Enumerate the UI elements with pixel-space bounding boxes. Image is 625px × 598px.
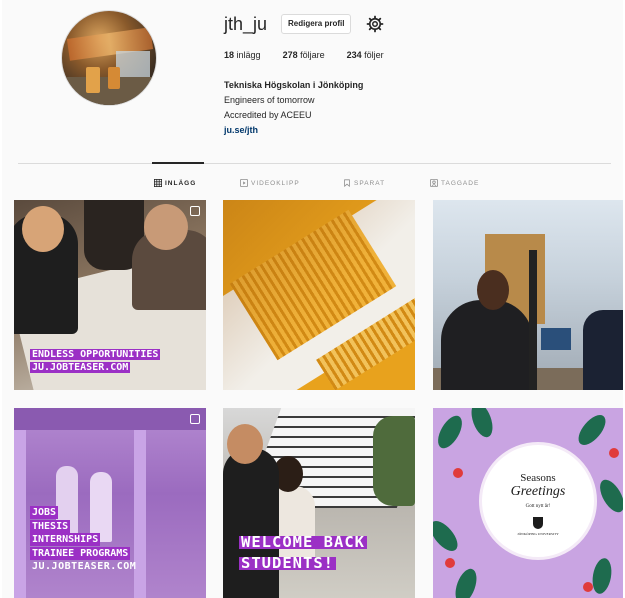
tabs-divider [18,163,611,164]
tab-label: INLÄGG [165,179,197,187]
posts-label: inlägg [236,50,261,60]
multiple-images-icon [190,414,200,424]
caption-line: ENDLESS OPPORTUNITIES [30,349,161,360]
profile-avatar[interactable] [61,10,157,106]
post-image-person [441,300,533,390]
post-caption: WELCOME BACK STUDENTS! [239,532,367,574]
caption-line: JU.JOBTEASER.COM [32,561,137,572]
post-caption: JOBS THESIS INTERNSHIPS TRAINEE PROGRAMS… [30,506,138,574]
tab-label: VIDEOKLIPP [251,179,300,187]
post-image-berry [445,558,455,568]
edit-profile-button[interactable]: Redigera profil [281,14,352,34]
caption-line: WELCOME BACK [239,533,367,551]
bio-line: Accredited by ACEEU [224,110,312,120]
tab-tagged[interactable]: TAGGADE [430,179,479,187]
tab-label: SPARAT [354,179,386,187]
profile-page: jth_ju Redigera profil 18 inlägg 278 föl… [2,0,623,598]
greeting-line: Gott nytt år! [525,504,551,509]
post-image-shade [223,200,415,390]
post-tile[interactable]: Seasons Greetings Gott nytt år! JÖNKÖPIN… [433,408,623,598]
video-icon [240,179,248,187]
settings-gear-icon[interactable] [366,15,384,33]
caption-line: THESIS [30,519,71,533]
greeting-text: Seasons Greetings Gott nytt år! JÖNKÖPIN… [479,472,597,536]
following-count: 234 [346,50,362,60]
followers-label: följare [300,50,325,60]
posts-stat: 18 inlägg [224,50,261,60]
post-image-leaf [467,408,497,440]
followers-count: 278 [282,50,298,60]
post-image-leaf [433,516,463,556]
profile-bio: Tekniska Högskolan i Jönköping Engineers… [224,78,363,138]
tab-label: TAGGADE [441,179,480,187]
post-image-berry [609,448,619,458]
profile-stats: 18 inlägg 278 följare 234 följer [224,50,384,60]
bio-name: Tekniska Högskolan i Jönköping [224,80,364,90]
tab-posts[interactable]: INLÄGG [154,179,196,187]
post-image-leaf [451,566,481,598]
post-tile[interactable] [433,200,623,390]
post-image-leaf [573,410,611,450]
caption-line: STUDENTS! [239,554,336,572]
post-image-person [583,310,623,390]
greeting-org: JÖNKÖPING UNIVERSITY [517,532,559,536]
post-tile[interactable]: ENDLESS OPPORTUNITIES JU.JOBTEASER.COM [14,200,206,390]
profile-username: jth_ju [224,14,268,34]
post-tile[interactable]: WELCOME BACK STUDENTS! [223,408,415,598]
active-tab-indicator [152,162,204,164]
university-logo-icon [533,517,543,529]
posts-count: 18 [224,50,235,60]
post-image-person-head [227,424,263,464]
post-image-column [14,430,26,598]
avatar-stool [86,67,100,93]
followers-stat[interactable]: 278 följare [283,50,325,60]
post-image-laptop [541,328,571,350]
caption-line: JU.JOBTEASER.COM [30,362,131,373]
post-image-person-head [477,270,509,310]
post-tile[interactable]: JOBS THESIS INTERNSHIPS TRAINEE PROGRAMS… [14,408,206,598]
avatar-stool [108,67,120,89]
bio-line: Engineers of tomorrow [224,95,315,105]
tag-icon [430,179,438,187]
post-image-person-head [144,204,188,250]
caption-line: TRAINEE PROGRAMS [30,546,131,560]
tab-videos[interactable]: VIDEOKLIPP [240,179,300,187]
bookmark-icon [344,179,350,187]
post-image-leaf [595,475,623,517]
bio-link[interactable]: ju.se/jth [224,123,363,138]
greeting-line: Seasons [520,472,556,484]
post-image-pole [529,250,537,390]
post-image-person [223,448,279,598]
post-image-berry [453,468,463,478]
following-stat[interactable]: 234 följer [347,50,384,60]
post-image-beam [14,408,206,430]
following-label: följer [364,50,384,60]
post-image-berry [583,582,593,592]
caption-line: INTERNSHIPS [30,533,101,546]
post-caption: ENDLESS OPPORTUNITIES JU.JOBTEASER.COM [30,348,161,374]
post-image-plant [373,416,415,506]
greeting-line: Greetings [510,484,566,499]
multiple-images-icon [190,206,200,216]
post-image-person-head [22,206,64,252]
grid-icon [154,179,162,187]
post-tile[interactable] [223,200,415,390]
post-image-leaf [433,411,467,453]
tab-saved[interactable]: SPARAT [343,179,385,187]
post-image-leaf [590,556,614,596]
caption-line: JOBS [30,506,59,519]
